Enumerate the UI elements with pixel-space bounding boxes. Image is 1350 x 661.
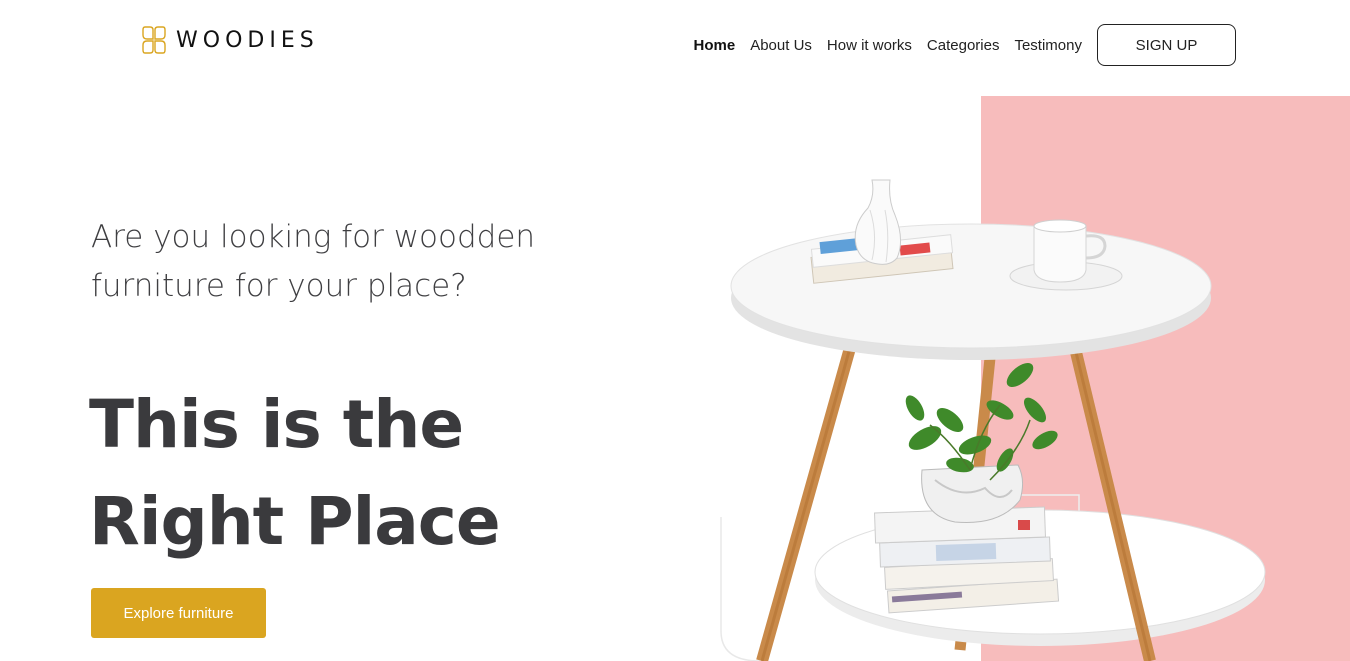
side-table-image — [720, 179, 1266, 661]
hero-title-line2: Right Place — [89, 483, 501, 560]
nav-how-it-works[interactable]: How it works — [827, 37, 912, 54]
explore-furniture-button[interactable]: Explore furniture — [91, 588, 266, 638]
hero-title: This is the Right Place — [89, 376, 569, 570]
hero-subtitle: Are you looking for woodden furniture fo… — [91, 219, 536, 304]
nav-testimony[interactable]: Testimony — [1014, 37, 1082, 54]
nav-about-us[interactable]: About Us — [750, 37, 812, 54]
hero-title-line1: This is the — [89, 386, 464, 463]
brand-logo[interactable]: WOODIES — [140, 24, 319, 56]
nav-home[interactable]: Home — [694, 37, 736, 54]
signup-button[interactable]: SIGN UP — [1097, 24, 1236, 66]
four-petal-logo-icon — [142, 26, 166, 54]
nav-categories[interactable]: Categories — [927, 37, 1000, 54]
brand-name: WOODIES — [176, 27, 319, 53]
main-nav: Home About Us How it works Categories Te… — [694, 24, 1236, 66]
